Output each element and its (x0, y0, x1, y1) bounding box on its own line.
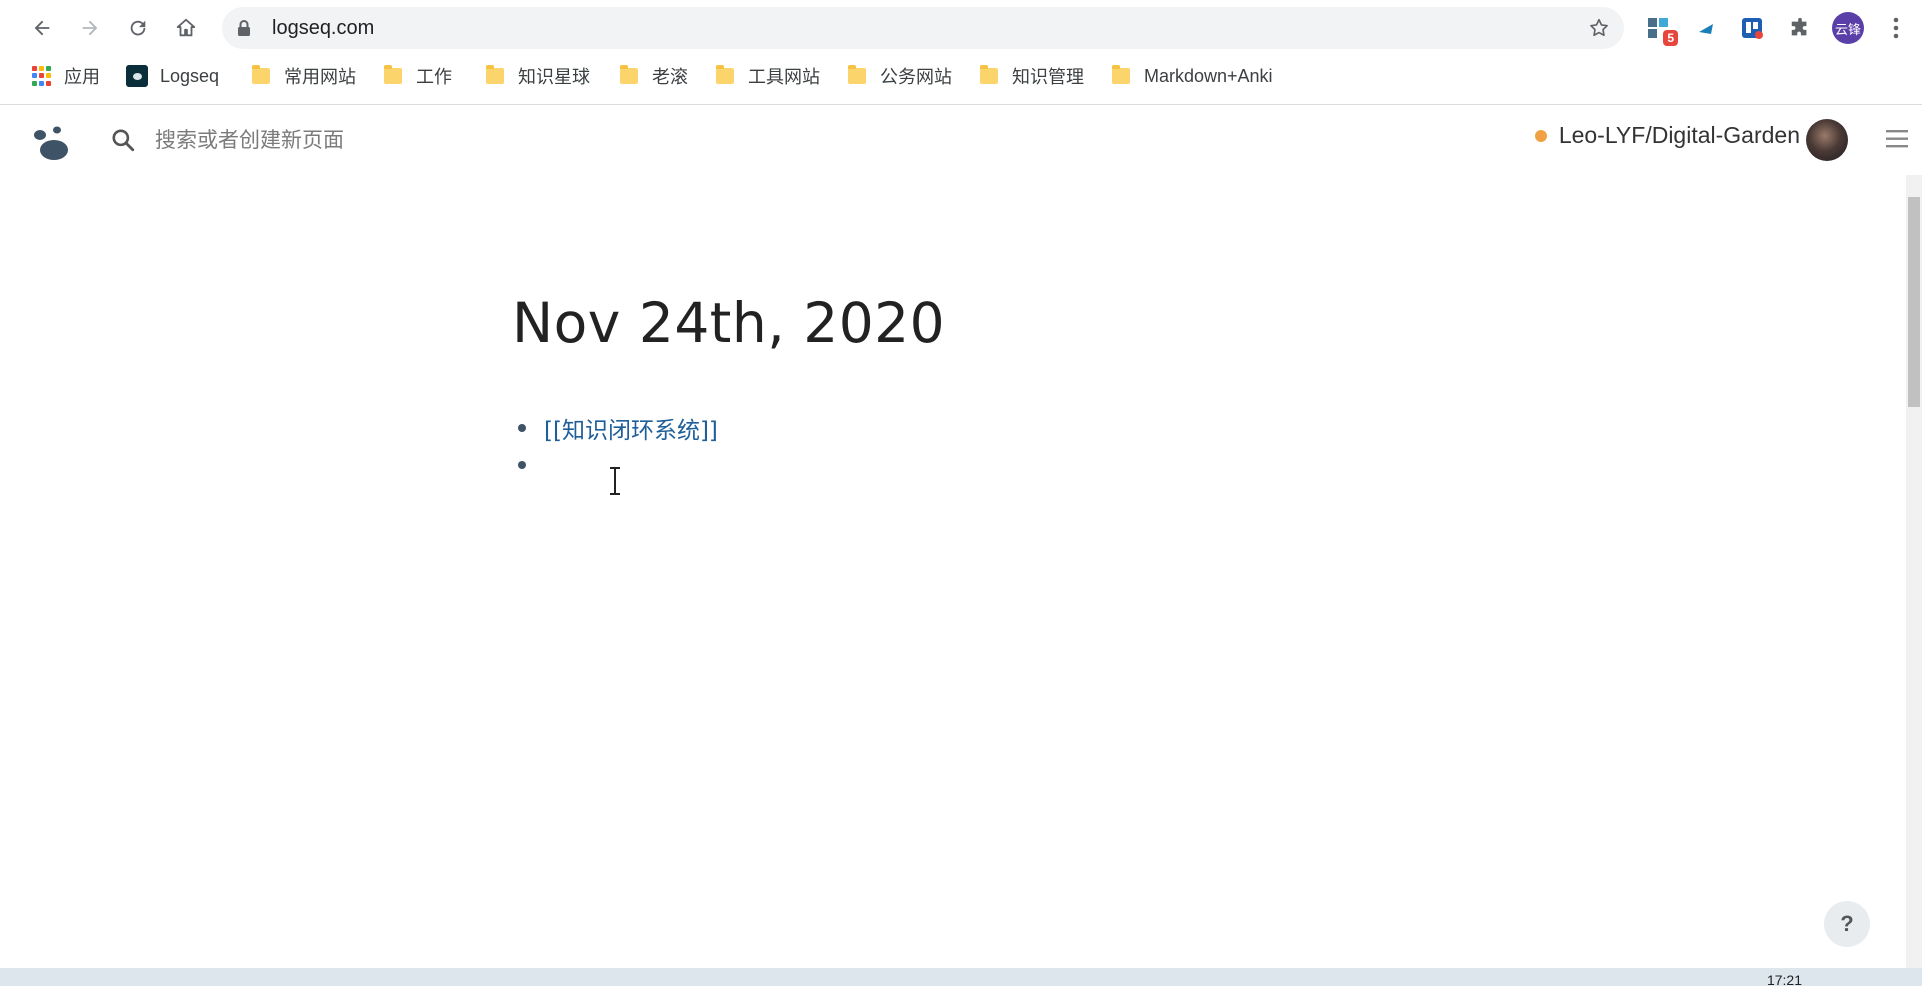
page-reference-link[interactable]: [[知识闭环系统]] (544, 411, 718, 445)
folder-icon (848, 65, 866, 84)
folder-icon (252, 65, 270, 84)
puzzle-icon (1791, 17, 1807, 36)
bookmark-label: 知识管理 (1012, 67, 1084, 87)
taskbar: 17:21 (0, 968, 1922, 988)
bookmark-label: Markdown+Anki (1144, 65, 1273, 86)
bookmark-logseq[interactable]: Logseq (126, 56, 219, 96)
extension-badge: 5 (1663, 30, 1678, 46)
folder-icon (1112, 65, 1130, 84)
bookmark-folder[interactable]: 公务网站 (848, 56, 952, 96)
scrollbar[interactable] (1906, 175, 1922, 970)
folder-icon (384, 65, 402, 84)
bookmark-folder[interactable]: 老滚 (620, 56, 688, 96)
browser-toolbar: logseq.com 5 云锋 (0, 0, 1922, 56)
bookmark-folder[interactable]: Markdown+Anki (1112, 56, 1273, 96)
extension-flag[interactable] (1690, 12, 1722, 44)
lock-icon (238, 20, 250, 36)
bookmarks-bar: 应用 Logseq 常用网站 工作 知识星球 老滚 工具网站 公务网站 知识管理… (0, 56, 1922, 105)
logseq-app: 搜索或者创建新页面 Leo-LYF/Digital-Garden Nov 24t… (10, 105, 1922, 970)
hamburger-menu-icon[interactable] (1886, 129, 1910, 149)
bookmark-label: 老滚 (652, 67, 688, 87)
browser-menu-button[interactable] (1880, 12, 1912, 44)
sync-status-dot (1534, 129, 1547, 142)
bookmark-label: Logseq (160, 65, 220, 86)
logseq-logo-icon[interactable] (30, 123, 78, 163)
block[interactable]: [[知识闭环系统]] (518, 411, 718, 445)
scrollbar-thumb[interactable] (1908, 197, 1920, 407)
back-button[interactable] (26, 12, 58, 44)
block-bullet[interactable] (518, 424, 526, 432)
profile-button[interactable]: 云锋 (1832, 12, 1864, 44)
arrow-right-icon (82, 20, 98, 36)
page-title[interactable]: Nov 24th, 2020 (512, 291, 945, 355)
profile-avatar: 云锋 (1832, 12, 1864, 44)
folder-icon (620, 65, 638, 84)
search-icon[interactable] (110, 127, 136, 153)
url-text: logseq.com (272, 17, 375, 39)
bookmark-folder[interactable]: 工作 (384, 56, 452, 96)
reload-button[interactable] (122, 12, 154, 44)
folder-icon (980, 65, 998, 84)
address-bar[interactable]: logseq.com (222, 7, 1624, 49)
folder-icon (486, 65, 504, 84)
bookmark-label: 知识星球 (518, 67, 590, 87)
reload-icon (130, 20, 146, 36)
help-button[interactable]: ? (1824, 901, 1870, 947)
arrow-left-icon (34, 20, 50, 36)
home-icon (176, 18, 196, 37)
logseq-favicon-icon (126, 65, 148, 87)
block[interactable] (518, 451, 544, 479)
kebab-menu-icon (1893, 17, 1899, 39)
bookmark-label: 工具网站 (748, 67, 820, 87)
bookmark-folder[interactable]: 知识星球 (486, 56, 590, 96)
home-button[interactable] (170, 12, 202, 44)
forward-button[interactable] (74, 12, 106, 44)
bookmark-label: 工作 (416, 67, 452, 87)
extension-tab-manager[interactable]: 5 (1642, 12, 1678, 46)
apps-grid-icon (32, 66, 52, 86)
bookmark-label: 常用网站 (284, 67, 356, 87)
flag-extension-icon (1699, 24, 1713, 34)
text-cursor-icon (610, 467, 620, 495)
user-avatar[interactable] (1806, 119, 1848, 161)
bookmark-apps[interactable]: 应用 (32, 56, 100, 96)
board-extension-icon (1742, 18, 1763, 39)
folder-icon (716, 65, 734, 84)
extension-trello[interactable] (1736, 12, 1768, 44)
bookmark-label: 应用 (64, 67, 100, 87)
repo-selector[interactable]: Leo-LYF/Digital-Garden (1534, 122, 1800, 149)
bookmark-star-icon[interactable] (1588, 17, 1610, 39)
bookmark-folder[interactable]: 工具网站 (716, 56, 820, 96)
search-input[interactable]: 搜索或者创建新页面 (155, 124, 344, 154)
bookmark-label: 公务网站 (880, 67, 952, 87)
block-bullet[interactable] (518, 461, 526, 469)
bookmark-folder[interactable]: 知识管理 (980, 56, 1084, 96)
repo-name: Leo-LYF/Digital-Garden (1558, 122, 1800, 148)
extensions-button[interactable] (1784, 12, 1816, 44)
app-header: 搜索或者创建新页面 Leo-LYF/Digital-Garden (10, 105, 1922, 175)
bookmark-folder[interactable]: 常用网站 (252, 56, 356, 96)
